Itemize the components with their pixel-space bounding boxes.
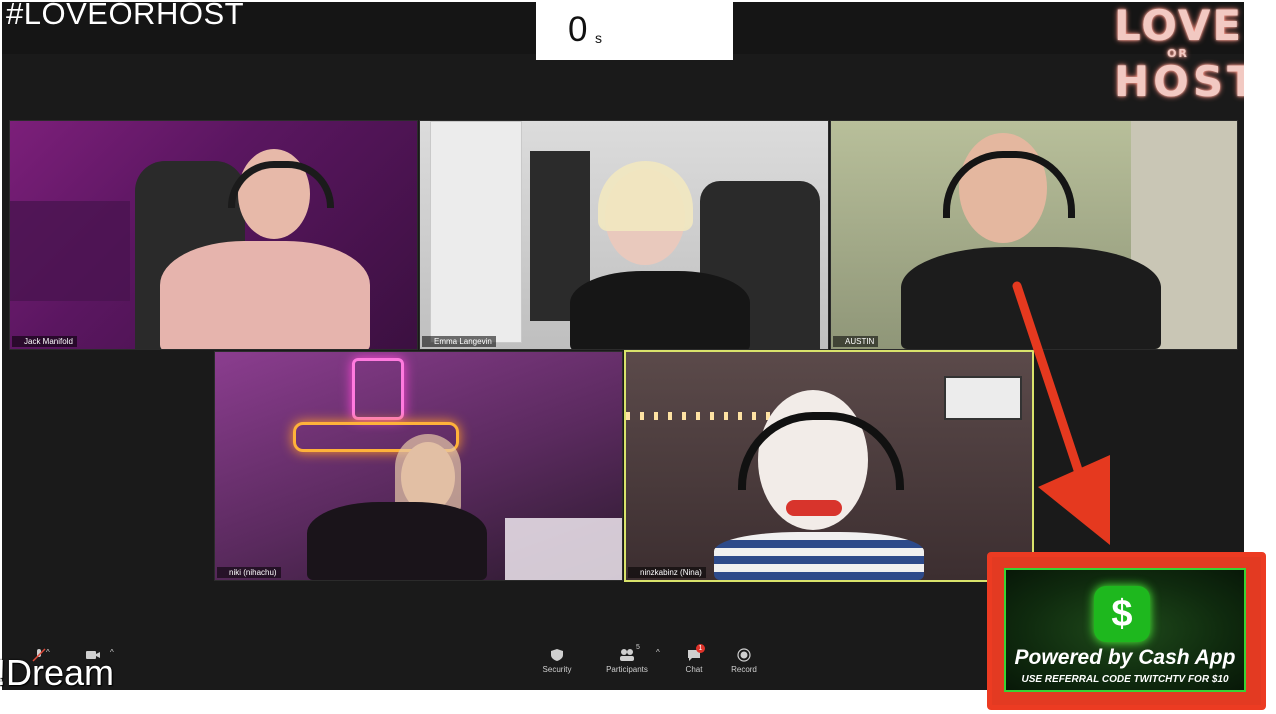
chat-button[interactable]: Chat <box>678 648 710 674</box>
participant-name: Emma Langevin <box>422 336 496 347</box>
shield-icon <box>551 649 563 661</box>
record-icon <box>737 648 751 662</box>
video-tile-niki[interactable]: niki (nihachu) <box>214 351 623 581</box>
desk <box>505 518 622 580</box>
chat-unread-badge: 1 <box>696 644 705 653</box>
record-label: Record <box>731 665 757 674</box>
hair <box>598 161 693 231</box>
viewer-command-text: !Dream <box>0 652 115 693</box>
participants-options-chevron-icon[interactable]: ^ <box>656 648 660 657</box>
participant-name: niki (nihachu) <box>217 567 281 578</box>
video-tile-nina-active-speaker[interactable]: ninzkabinz (Nina) <box>624 350 1034 582</box>
participants-count: 5 <box>636 644 640 651</box>
person-body <box>714 532 924 580</box>
headphones <box>738 412 904 490</box>
security-button[interactable]: Security <box>536 648 578 674</box>
participant-name: AUSTIN <box>833 336 879 347</box>
headphones <box>943 151 1075 218</box>
participants-icon <box>620 649 634 661</box>
video-tile-emma[interactable]: Emma Langevin <box>419 120 829 350</box>
door <box>430 121 522 343</box>
timer-box: 0 s <box>536 2 733 60</box>
cash-app-dollar-symbol: $ <box>1111 593 1133 635</box>
neon-twitch-sign <box>352 358 404 420</box>
participants-label: Participants <box>606 665 648 674</box>
timer-value: 0 <box>568 10 588 49</box>
logo-line-love: LOVE <box>1114 2 1244 50</box>
video-tile-jack[interactable]: Jack Manifold <box>9 120 418 350</box>
fairy-lights <box>626 412 776 420</box>
person-body <box>570 271 750 349</box>
clown-mouth <box>786 500 842 516</box>
record-button[interactable]: Record <box>726 648 762 674</box>
participant-name: ninzkabinz (Nina) <box>628 567 706 578</box>
timer-unit: s <box>595 30 602 46</box>
shelf <box>10 201 130 301</box>
participant-name: Jack Manifold <box>12 336 77 347</box>
logo-line-host: HOST <box>1114 57 1244 106</box>
video-tile-austin[interactable]: AUSTIN <box>830 120 1238 350</box>
person-body <box>307 502 487 580</box>
participants-button[interactable]: Participants <box>602 648 652 674</box>
person-body <box>901 247 1161 349</box>
security-label: Security <box>542 665 572 674</box>
cash-app-dollar-icon: $ <box>1094 586 1150 642</box>
sponsor-referral-text: USE REFERRAL CODE TWITCHTV FOR $10 <box>1021 674 1229 685</box>
sponsor-title: Powered by Cash App <box>1014 646 1236 669</box>
london-sign <box>944 376 1022 420</box>
person-body <box>160 241 370 349</box>
love-or-host-logo: LOVE OR HOST <box>1114 2 1244 116</box>
chat-label: Chat <box>685 665 703 674</box>
stream-hashtag: #LOVEORHOST <box>6 2 245 31</box>
